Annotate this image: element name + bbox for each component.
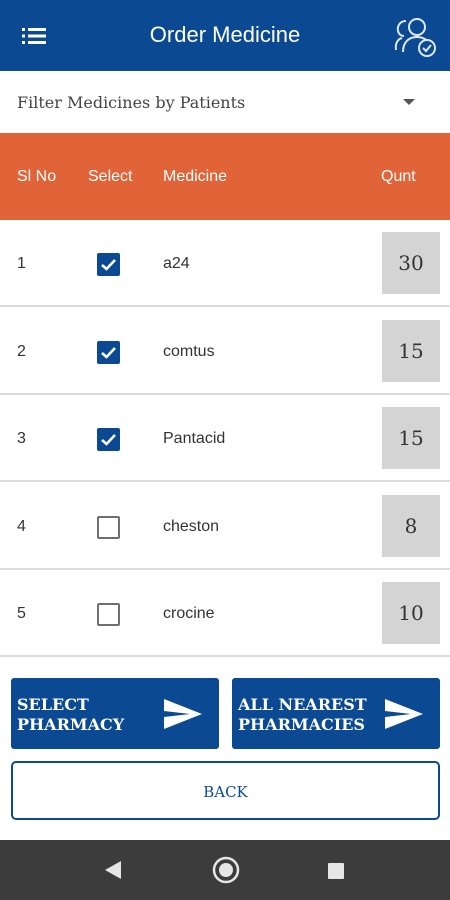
users-check-icon[interactable] bbox=[392, 14, 438, 58]
caret-down-icon bbox=[403, 99, 415, 105]
select-checkbox[interactable] bbox=[97, 516, 120, 539]
page-title: Order Medicine bbox=[149, 22, 301, 47]
app-bar: Order Medicine bbox=[0, 0, 450, 71]
header-quantity: Qunt bbox=[381, 168, 416, 185]
row-sl-no: 3 bbox=[17, 430, 26, 447]
select-pharmacy-button[interactable]: SELECT PHARMACY bbox=[11, 678, 219, 749]
medicine-name: a24 bbox=[163, 255, 190, 272]
medicine-name: cheston bbox=[163, 518, 220, 535]
row-sl-no: 5 bbox=[17, 605, 26, 622]
back-button[interactable]: BACK bbox=[11, 761, 440, 820]
all-nearest-pharmacies-button[interactable]: ALL NEAREST PHARMACIES bbox=[232, 678, 440, 749]
row-sl-no: 1 bbox=[17, 255, 26, 272]
select-checkbox[interactable] bbox=[97, 603, 120, 626]
select-checkbox[interactable] bbox=[97, 253, 120, 276]
table-row: 5 crocine 10 bbox=[0, 570, 450, 657]
quantity-field[interactable]: 15 bbox=[382, 320, 440, 382]
system-nav-bar bbox=[0, 840, 450, 900]
header-medicine: Medicine bbox=[163, 168, 228, 185]
medicine-name: Pantacid bbox=[163, 430, 226, 447]
medicine-name: crocine bbox=[163, 605, 215, 622]
quantity-field[interactable]: 30 bbox=[382, 232, 440, 294]
medicine-name: comtus bbox=[163, 343, 215, 360]
table-row: 3 Pantacid 15 bbox=[0, 395, 450, 482]
nav-recents-icon[interactable] bbox=[327, 862, 345, 885]
header-sl-no: Sl No bbox=[17, 168, 57, 185]
row-sl-no: 4 bbox=[17, 518, 26, 535]
nav-back-icon[interactable] bbox=[104, 860, 122, 885]
table-row: 4 cheston 8 bbox=[0, 483, 450, 570]
filter-label: Filter Medicines by Patients bbox=[17, 93, 246, 112]
header-select: Select bbox=[88, 168, 133, 185]
table-row: 2 comtus 15 bbox=[0, 308, 450, 395]
nav-home-icon[interactable] bbox=[211, 855, 241, 890]
quantity-field[interactable]: 8 bbox=[382, 495, 440, 557]
select-checkbox[interactable] bbox=[97, 428, 120, 451]
table-row: 1 a24 30 bbox=[0, 220, 450, 307]
back-label: BACK bbox=[203, 783, 248, 801]
row-sl-no: 2 bbox=[17, 343, 26, 360]
patient-filter-dropdown[interactable]: Filter Medicines by Patients bbox=[0, 71, 450, 133]
quantity-field[interactable]: 10 bbox=[382, 582, 440, 644]
quantity-field[interactable]: 15 bbox=[382, 407, 440, 469]
table-header: Sl No Select Medicine Qunt bbox=[0, 133, 450, 220]
select-checkbox[interactable] bbox=[97, 341, 120, 364]
select-pharmacy-label: SELECT PHARMACY bbox=[17, 695, 125, 734]
all-nearest-label: ALL NEAREST PHARMACIES bbox=[238, 695, 367, 734]
